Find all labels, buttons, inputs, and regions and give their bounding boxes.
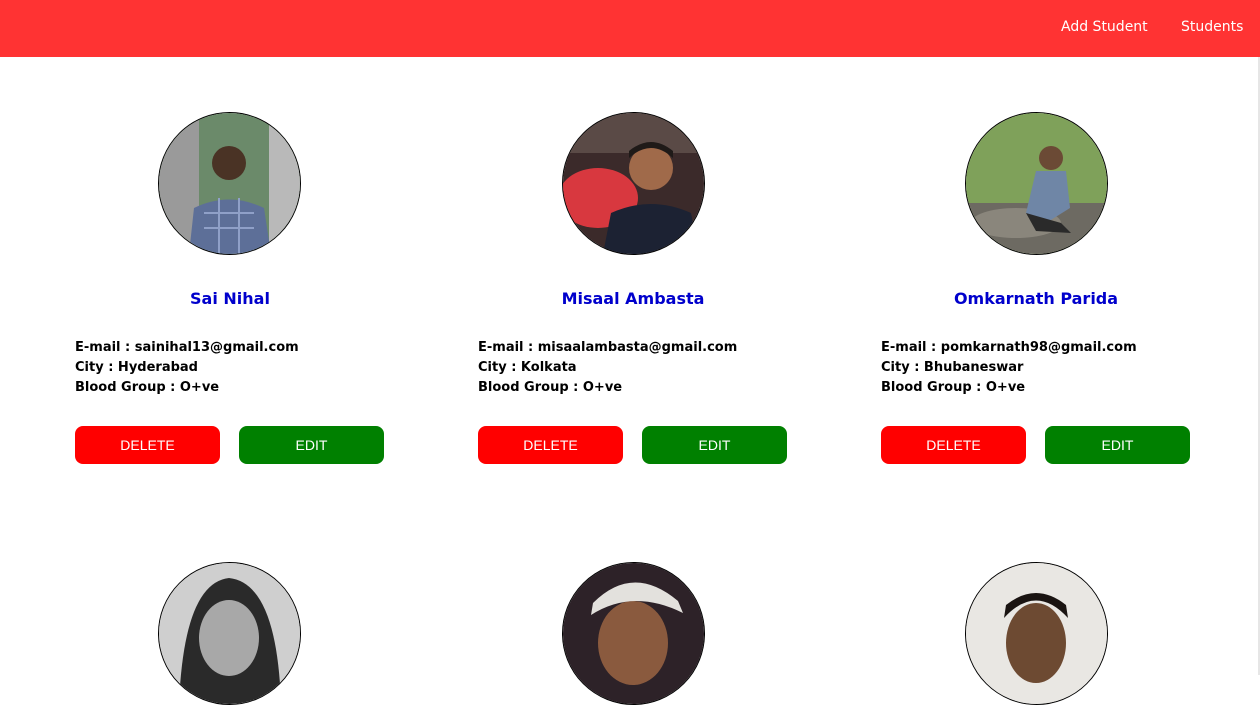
student-email: E-mail : pomkarnath98@gmail.com	[881, 340, 1137, 355]
nav-add-student-link[interactable]: Add Student	[1061, 19, 1148, 35]
student-name: Misaal Ambasta	[561, 289, 705, 308]
student-blood-group: Blood Group : O+ve	[478, 380, 623, 395]
student-blood-group: Blood Group : O+ve	[75, 380, 220, 395]
student-email: E-mail : sainihal13@gmail.com	[75, 340, 299, 355]
student-avatar	[562, 562, 705, 705]
student-name: Omkarnath Parida	[953, 289, 1119, 308]
edit-button[interactable]: EDIT	[642, 426, 787, 464]
student-city: City : Kolkata	[478, 360, 577, 375]
delete-button[interactable]: DELETE	[478, 426, 623, 464]
student-city: City : Bhubaneswar	[881, 360, 1024, 375]
student-name: Sai Nihal	[190, 289, 270, 308]
student-avatar	[965, 562, 1108, 705]
delete-button[interactable]: DELETE	[881, 426, 1026, 464]
student-city: City : Hyderabad	[75, 360, 198, 375]
student-avatar	[562, 112, 705, 255]
nav-students-link[interactable]: Students	[1181, 19, 1243, 35]
delete-button[interactable]: DELETE	[75, 426, 220, 464]
student-avatar	[158, 562, 301, 705]
student-email: E-mail : misaalambasta@gmail.com	[478, 340, 738, 355]
student-avatar	[965, 112, 1108, 255]
student-avatar	[158, 112, 301, 255]
edit-button[interactable]: EDIT	[1045, 426, 1190, 464]
top-navbar: Add Student Students	[0, 0, 1260, 57]
edit-button[interactable]: EDIT	[239, 426, 384, 464]
student-blood-group: Blood Group : O+ve	[881, 380, 1026, 395]
